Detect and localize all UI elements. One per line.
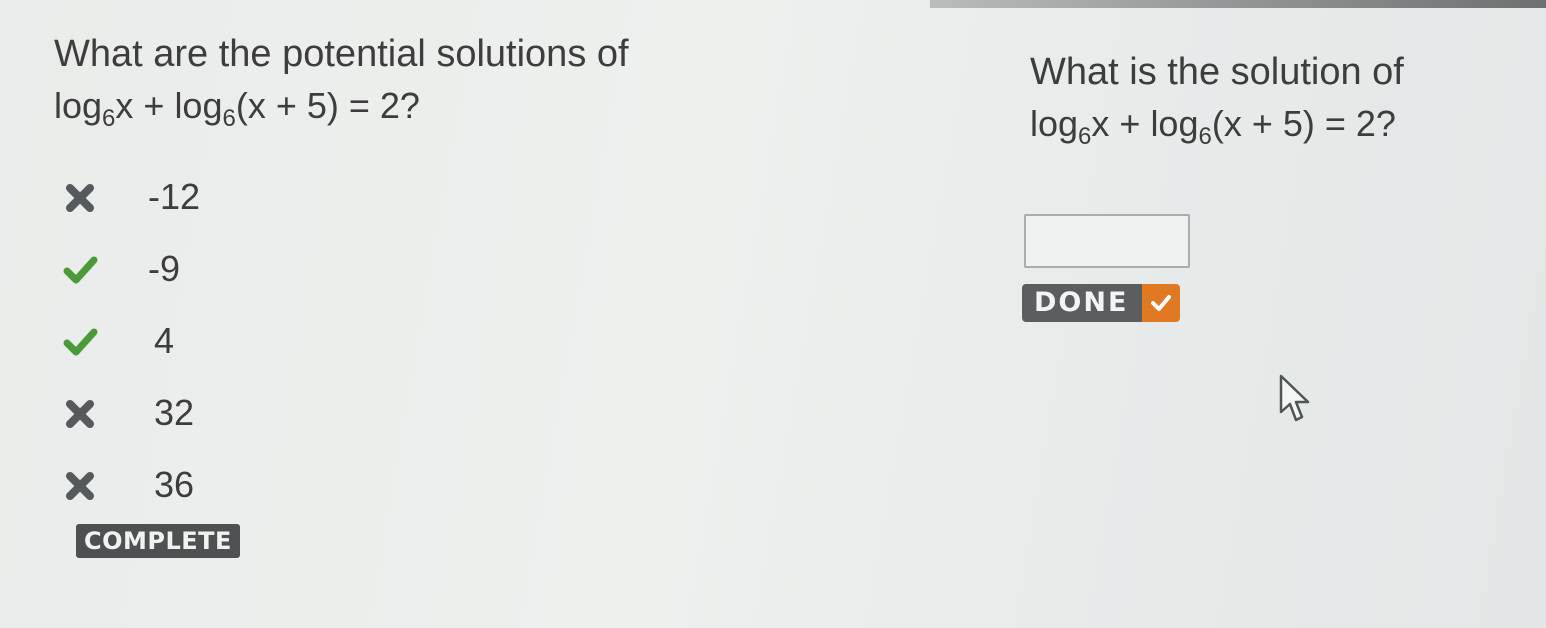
done-button-label: DONE — [1022, 284, 1143, 322]
question-prompt: What is the solution of — [1030, 51, 1404, 93]
answer-value: 32 — [154, 392, 195, 433]
check-mark-icon — [63, 328, 98, 356]
equation: log6x + log6(x + 5) = 2? — [54, 84, 629, 134]
equation-log-2: log — [174, 84, 223, 126]
answer-value: 36 — [154, 464, 195, 505]
equation-base-1: 6 — [102, 104, 116, 132]
x-mark-icon — [66, 184, 94, 212]
question-potential-solutions: What are the potential solutions of log6… — [54, 32, 629, 133]
equation-base-1: 6 — [1078, 122, 1092, 150]
done-button[interactable]: DONE — [1022, 284, 1181, 322]
equation-term-1: x — [1091, 102, 1110, 144]
equation: log6x + log6(x + 5) = 2? — [1030, 102, 1404, 152]
x-mark-icon — [66, 400, 94, 428]
equation-log-1: log — [54, 84, 103, 126]
equation-log-2: log — [1150, 102, 1199, 144]
equation-plus: + — [133, 84, 175, 126]
question-prompt: What are the potential solutions of — [54, 33, 629, 75]
equation-log-1: log — [1030, 102, 1079, 144]
answer-value: -12 — [148, 176, 201, 217]
equation-term-2: (x + 5) = 2? — [1211, 102, 1396, 144]
equation-base-2: 6 — [1198, 122, 1212, 150]
x-mark-icon — [66, 472, 94, 500]
equation-term-2: (x + 5) = 2? — [235, 84, 420, 126]
check-icon — [1142, 284, 1181, 322]
top-bezel-strip — [930, 0, 1546, 8]
answer-value: -9 — [148, 248, 181, 289]
solution-input[interactable] — [1024, 214, 1190, 268]
equation-term-1: x — [115, 84, 134, 126]
complete-badge: COMPLETE — [76, 524, 240, 558]
question-solution: What is the solution of log6x + log6(x +… — [1030, 50, 1404, 151]
check-mark-icon — [63, 256, 98, 284]
equation-base-2: 6 — [222, 104, 236, 132]
mouse-pointer-icon — [1279, 374, 1310, 422]
equation-plus: + — [1109, 102, 1151, 144]
answer-value: 4 — [154, 320, 175, 361]
